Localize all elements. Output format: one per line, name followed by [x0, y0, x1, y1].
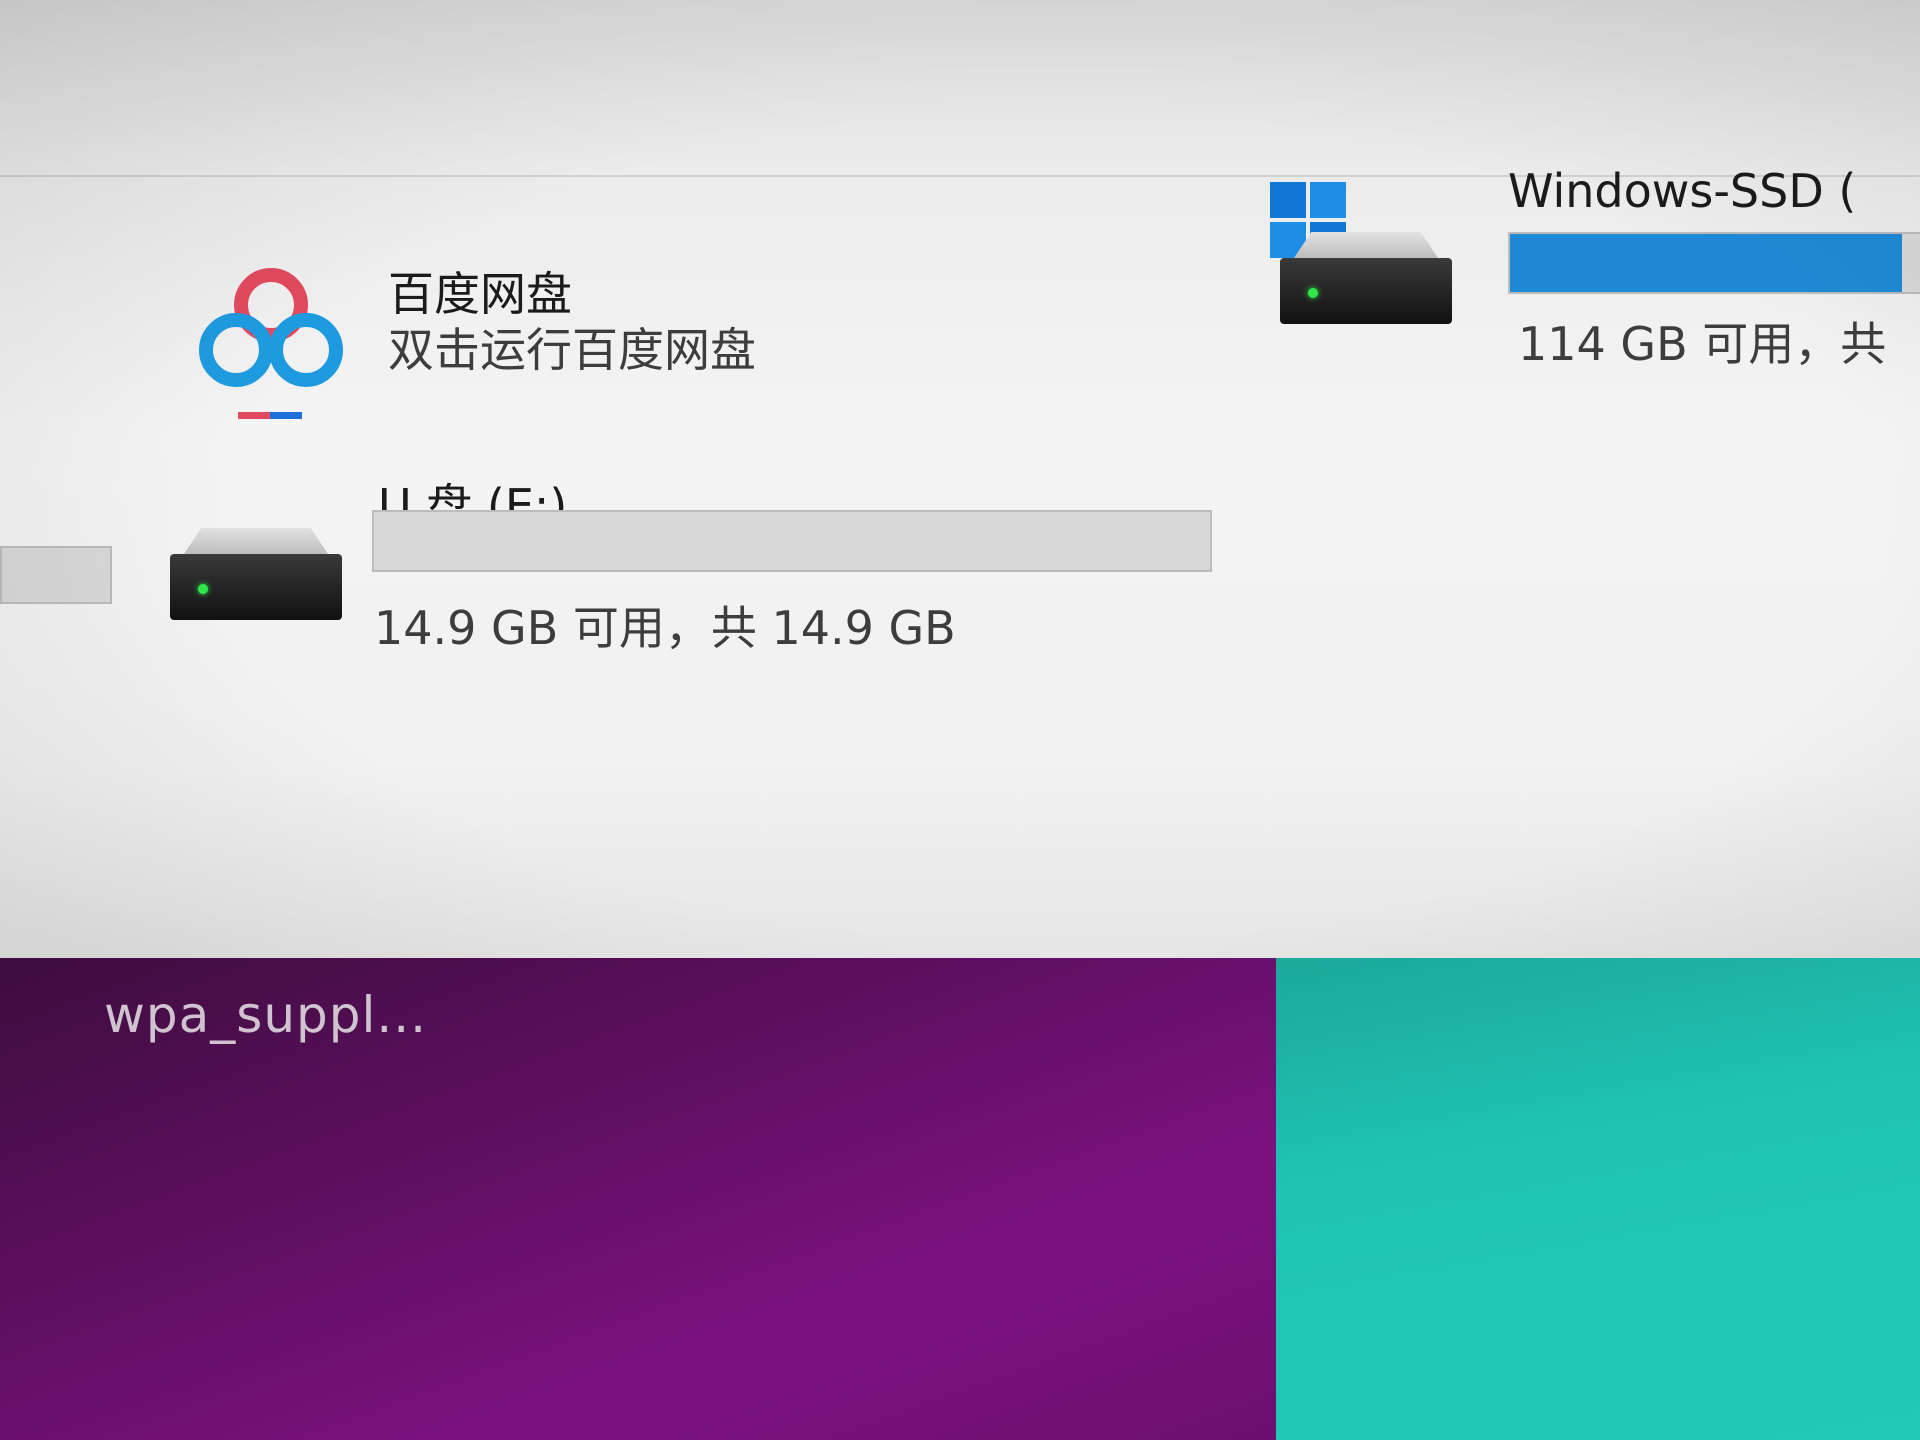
baidu-netdisk-item[interactable]: 百度网盘 双击运行百度网盘 — [196, 250, 816, 430]
windows-ssd-drive[interactable]: Windows-SSD ( 114 GB 可用，共 — [1270, 160, 1920, 380]
usb-drive-usage-bar — [372, 510, 1212, 572]
previous-drive-usage-bar — [0, 546, 112, 604]
usb-drive-icon — [170, 528, 342, 623]
file-explorer-this-pc: 百度网盘 双击运行百度网盘 Windows-SSD ( 114 GB 可用，共 … — [0, 0, 1920, 958]
ssd-drive-icon — [1280, 232, 1452, 327]
windows-ssd-usage-fill — [1510, 234, 1902, 292]
usb-drive-usage-text: 14.9 GB 可用，共 14.9 GB — [374, 601, 956, 655]
baidu-netdisk-icon — [199, 268, 343, 419]
desktop-purple-panel: wpa_suppl... — [0, 958, 1280, 1440]
taskbar-item-label[interactable]: wpa_suppl... — [104, 986, 427, 1044]
desktop-background: wpa_suppl... — [0, 958, 1920, 1440]
windows-ssd-usage-text: 114 GB 可用，共 — [1518, 317, 1887, 371]
baidu-netdisk-subtitle: 双击运行百度网盘 — [388, 323, 756, 377]
windows-ssd-name: Windows-SSD ( — [1508, 164, 1857, 218]
usb-drive-e[interactable]: U 盘 (E:) 14.9 GB 可用，共 14.9 GB — [170, 470, 1230, 670]
desktop-teal-panel — [1276, 958, 1920, 1440]
windows-ssd-usage-bar — [1508, 232, 1920, 294]
